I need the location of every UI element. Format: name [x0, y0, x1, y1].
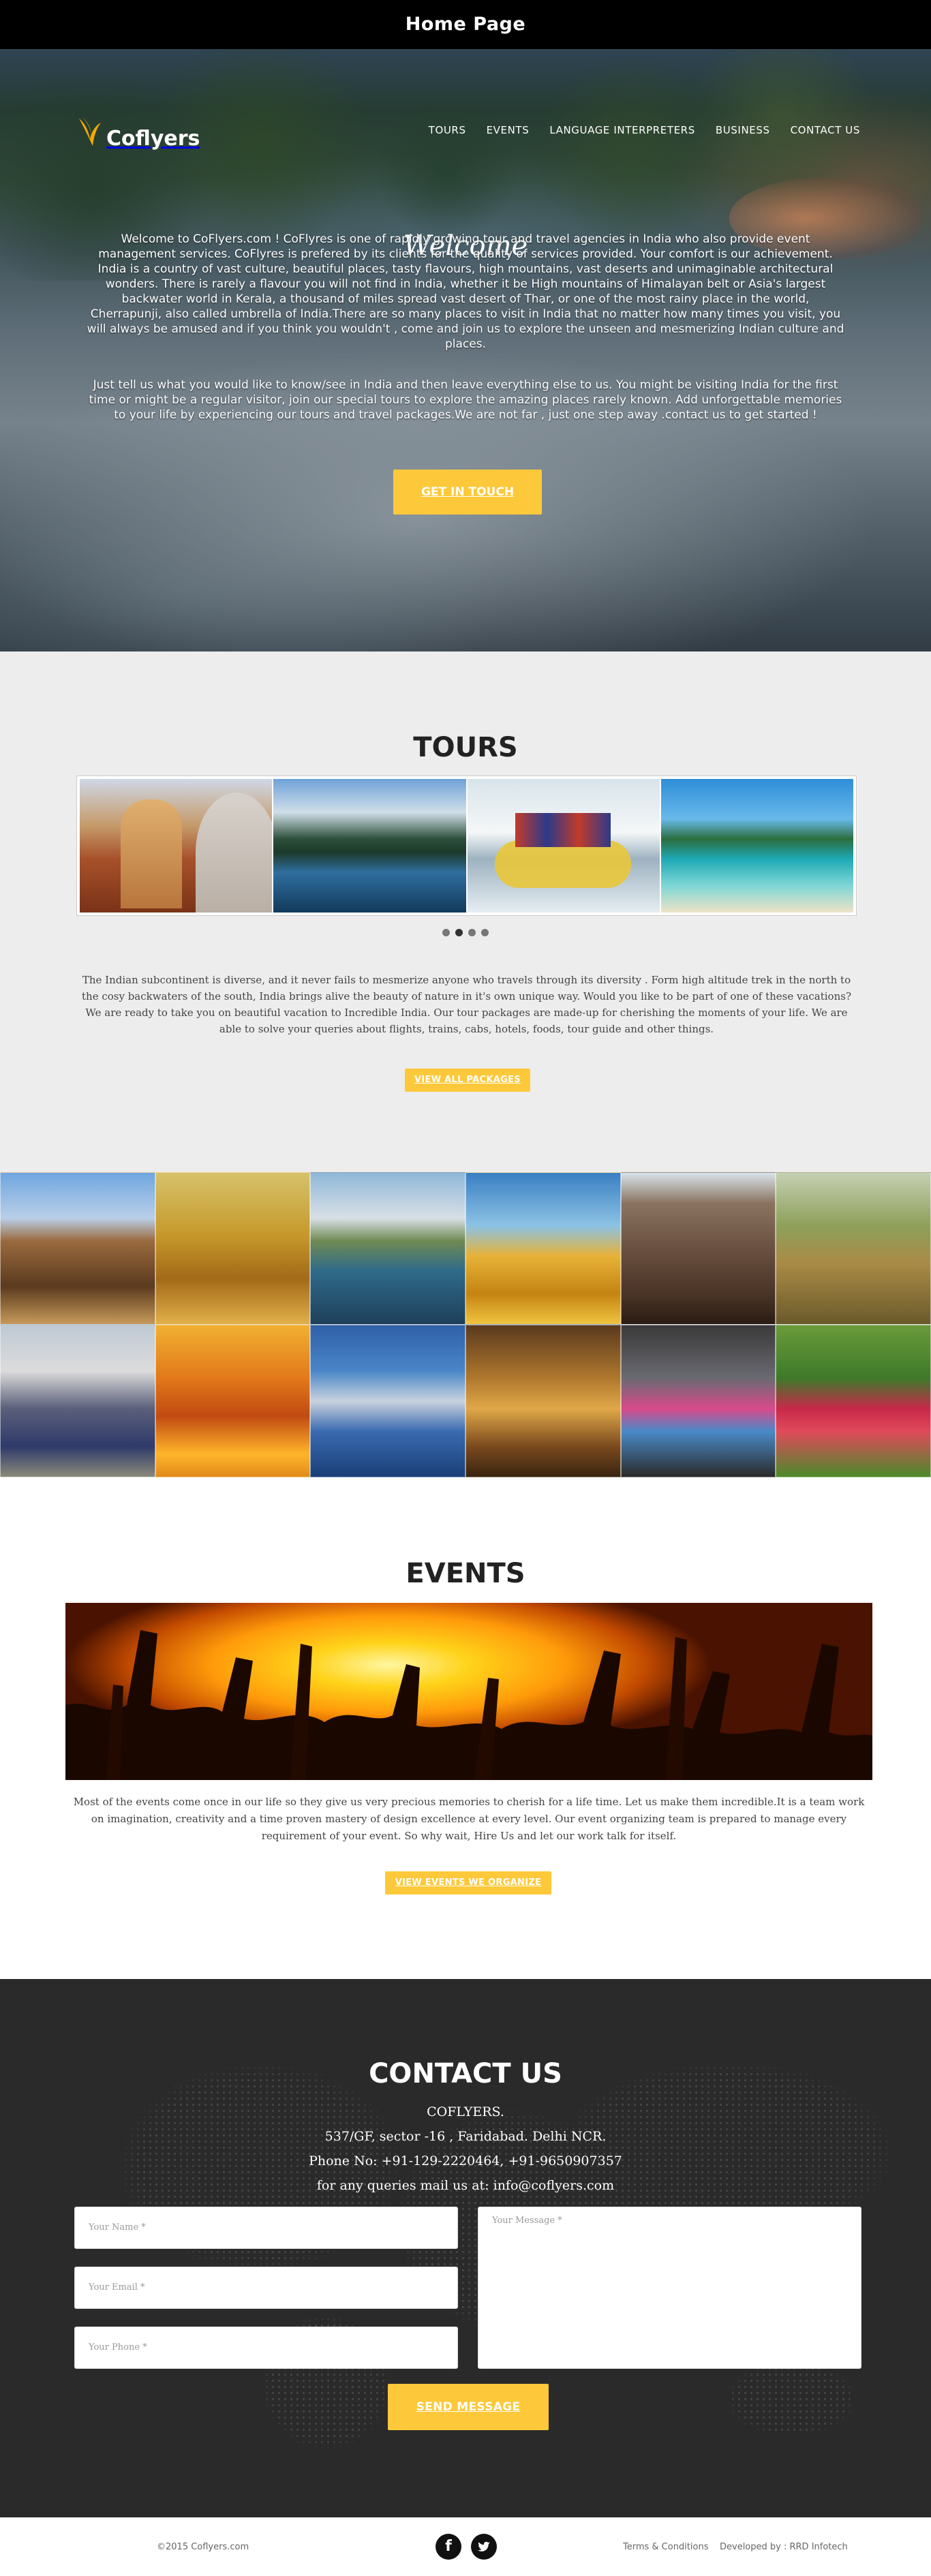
terms-link[interactable]: Terms & Conditions [623, 2542, 709, 2552]
events-heading: EVENTS [406, 1558, 525, 1589]
nav-business[interactable]: BUSINESS [716, 124, 770, 136]
gallery-photo-fort[interactable] [155, 1172, 311, 1325]
contact-phone: Phone No: +91-129-2220464, +91-965090735… [309, 2153, 622, 2168]
gallery-photo-lake-palace[interactable] [310, 1172, 466, 1325]
carousel-dots [0, 927, 931, 940]
contact-email: for any queries mail us at: info@coflyer… [316, 2178, 615, 2193]
hero-paragraph-2: Just tell us what you would like to know… [89, 378, 842, 422]
contact-heading: CONTACT US [369, 2058, 562, 2089]
events-paragraph: Most of the events come once in our life… [73, 1796, 865, 1842]
footer-developer: Developed by : RRD Infotech [720, 2542, 848, 2552]
facebook-icon[interactable]: f [436, 2534, 461, 2560]
logo-bird-icon [76, 116, 105, 151]
tours-carousel[interactable] [76, 776, 857, 916]
nav-tours[interactable]: TOURS [429, 124, 466, 136]
carousel-slide-rafting [467, 779, 661, 913]
carousel-slide-lake [273, 779, 468, 913]
carousel-slide-fort [80, 779, 274, 913]
email-field[interactable]: Your Email * [74, 2267, 458, 2309]
gallery-photo-camel[interactable] [776, 1172, 931, 1325]
carousel-dot-1[interactable] [442, 929, 450, 936]
contact-section: CONTACT US COFLYERS. 537/GF, sector -16 … [0, 1979, 931, 2517]
nav-contact-us[interactable]: CONTACT US [791, 124, 860, 136]
name-field[interactable]: Your Name * [74, 2207, 458, 2249]
gallery-photo-interior[interactable] [466, 1325, 621, 1477]
carousel-slide-beach [660, 779, 853, 913]
view-all-packages-button[interactable]: VIEW ALL PACKAGES [405, 1069, 530, 1092]
get-in-touch-button[interactable]: GET IN TOUCH [393, 470, 542, 515]
gallery-photo-desert[interactable] [466, 1172, 621, 1325]
photo-gallery [0, 1172, 931, 1477]
events-concert-image [65, 1603, 872, 1780]
contact-address: 537/GF, sector -16 , Faridabad. Delhi NC… [324, 2129, 607, 2144]
page-title: Home Page [405, 14, 526, 35]
gallery-photo-elephant[interactable] [620, 1325, 776, 1477]
view-events-button[interactable]: VIEW EVENTS WE ORGANIZE [385, 1871, 551, 1895]
message-field[interactable]: Your Message * [478, 2207, 861, 2369]
logo[interactable]: Coflyers [76, 114, 200, 153]
carousel-dot-3[interactable] [468, 929, 476, 936]
crowd-silhouette [65, 1630, 872, 1780]
gallery-photo-ghats[interactable] [310, 1325, 466, 1477]
carousel-dot-4[interactable] [481, 929, 489, 936]
nav-language-interpreters[interactable]: LANGUAGE INTERPRETERS [549, 124, 695, 136]
page-title-bar: Home Page [0, 0, 931, 49]
tours-heading: TOURS [413, 732, 518, 763]
hero-section: Coflyers TOURS EVENTS LANGUAGE INTERPRET… [0, 49, 931, 651]
gallery-photo-temple[interactable] [620, 1172, 776, 1325]
nav-events[interactable]: EVENTS [487, 124, 530, 136]
tours-section: TOURS The Indian subcontinent is diverse… [0, 651, 931, 1172]
footer-copyright: ©2015 Coflyers.com [157, 2542, 249, 2552]
gallery-photo-tent[interactable] [776, 1325, 931, 1477]
tours-paragraph: The Indian subcontinent is diverse, and … [82, 974, 851, 1035]
gallery-photo-dancers[interactable] [155, 1325, 311, 1477]
hero-paragraph-1: Welcome to CoFlyers.com ! CoFlyres is on… [87, 232, 844, 351]
main-nav: TOURS EVENTS LANGUAGE INTERPRETERS BUSIN… [429, 124, 860, 136]
logo-text: Coflyers [106, 126, 200, 151]
carousel-dot-2[interactable] [455, 929, 463, 936]
gallery-photo-group[interactable] [0, 1325, 155, 1477]
footer: ©2015 Coflyers.com f Terms & Conditions … [0, 2517, 931, 2576]
send-message-button[interactable]: SEND MESSAGE [388, 2384, 549, 2430]
gallery-photo-palace[interactable] [0, 1172, 155, 1325]
twitter-icon[interactable] [471, 2534, 497, 2560]
contact-company: COFLYERS. [427, 2104, 504, 2119]
phone-field[interactable]: Your Phone * [74, 2327, 458, 2369]
